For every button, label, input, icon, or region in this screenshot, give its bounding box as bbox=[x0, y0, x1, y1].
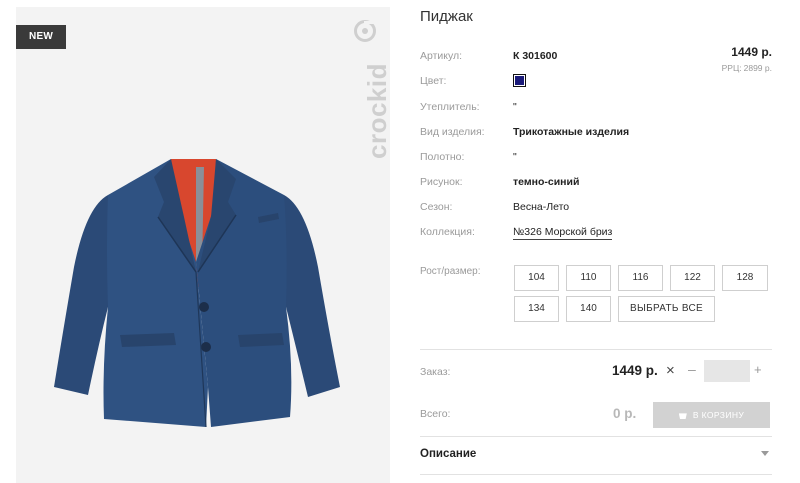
size-button-122[interactable]: 122 bbox=[670, 265, 715, 291]
size-button-116[interactable]: 116 bbox=[618, 265, 663, 291]
order-price: 1449 р. bbox=[612, 363, 658, 378]
rrp-price: РРЦ: 2899 р. bbox=[722, 63, 772, 73]
spec-value: " bbox=[513, 151, 517, 163]
increase-quantity-button[interactable]: + bbox=[754, 362, 762, 377]
spec-label: Сезон: bbox=[420, 201, 453, 213]
spec-color: Цвет: bbox=[420, 74, 620, 91]
spec-value: темно-синий bbox=[513, 176, 580, 188]
spec-label: Вид изделия: bbox=[420, 126, 485, 138]
spec-label: Коллекция: bbox=[420, 226, 475, 238]
size-button-128[interactable]: 128 bbox=[722, 265, 768, 291]
spec-fabric: Полотно: " bbox=[420, 151, 620, 167]
quantity-input[interactable] bbox=[704, 360, 750, 382]
brand-logo-icon bbox=[354, 20, 376, 42]
add-to-cart-button[interactable]: В КОРЗИНУ bbox=[653, 402, 770, 428]
size-button-140[interactable]: 140 bbox=[566, 296, 611, 322]
spec-season: Сезон: Весна-Лето bbox=[420, 201, 670, 217]
multiply-icon: × bbox=[666, 362, 675, 379]
size-button-104[interactable]: 104 bbox=[514, 265, 559, 291]
total-price: 0 р. bbox=[613, 406, 637, 421]
spec-pattern: Рисунок: темно-синий bbox=[420, 176, 670, 192]
product-title: Пиджак bbox=[420, 8, 473, 25]
size-label: Рост/размер: bbox=[420, 266, 481, 277]
rrp-label: РРЦ: bbox=[721, 63, 742, 73]
spec-insulation: Утеплитель: " bbox=[420, 101, 620, 117]
spec-value: " bbox=[513, 101, 517, 113]
spec-value: Трикотажные изделия bbox=[513, 126, 630, 138]
select-all-sizes-button[interactable]: ВЫБРАТЬ ВСЕ bbox=[618, 296, 715, 322]
chevron-down-icon[interactable] bbox=[761, 451, 769, 456]
order-label: Заказ: bbox=[420, 366, 451, 378]
spec-label: Рисунок: bbox=[420, 176, 463, 188]
size-button-110[interactable]: 110 bbox=[566, 265, 611, 291]
spec-collection: Коллекция: №326 Морской бриз bbox=[420, 226, 720, 242]
jacket-image bbox=[54, 159, 340, 428]
size-button-134[interactable]: 134 bbox=[514, 296, 559, 322]
brand-wordmark: crockid bbox=[362, 63, 390, 159]
divider bbox=[420, 474, 772, 475]
product-price: 1449 р. bbox=[731, 45, 772, 59]
product-photo[interactable]: NEW crockid bbox=[16, 7, 390, 483]
new-badge: NEW bbox=[16, 25, 66, 49]
description-toggle[interactable]: Описание bbox=[420, 448, 476, 460]
cart-icon bbox=[678, 413, 687, 419]
spec-label: Полотно: bbox=[420, 151, 465, 163]
decrease-quantity-button[interactable]: – bbox=[688, 361, 696, 377]
add-to-cart-label: В КОРЗИНУ bbox=[692, 410, 745, 420]
spec-label: Утеплитель: bbox=[420, 101, 480, 113]
spec-value: К 301600 bbox=[513, 50, 558, 62]
divider bbox=[420, 349, 772, 350]
collection-link[interactable]: №326 Морской бриз bbox=[513, 226, 613, 240]
product-info: Пиджак 1449 р. РРЦ: 2899 р. Артикул: К 30… bbox=[420, 0, 772, 483]
rrp-value: 2899 р. bbox=[743, 63, 772, 73]
spec-label: Артикул: bbox=[420, 50, 463, 62]
divider bbox=[420, 436, 772, 437]
spec-value: Весна-Лето bbox=[513, 201, 570, 213]
total-label: Всего: bbox=[420, 408, 451, 420]
spec-label: Цвет: bbox=[420, 75, 447, 87]
color-swatch[interactable] bbox=[513, 74, 526, 87]
spec-item-type: Вид изделия: Трикотажные изделия bbox=[420, 126, 720, 142]
spec-article: Артикул: К 301600 bbox=[420, 50, 620, 66]
